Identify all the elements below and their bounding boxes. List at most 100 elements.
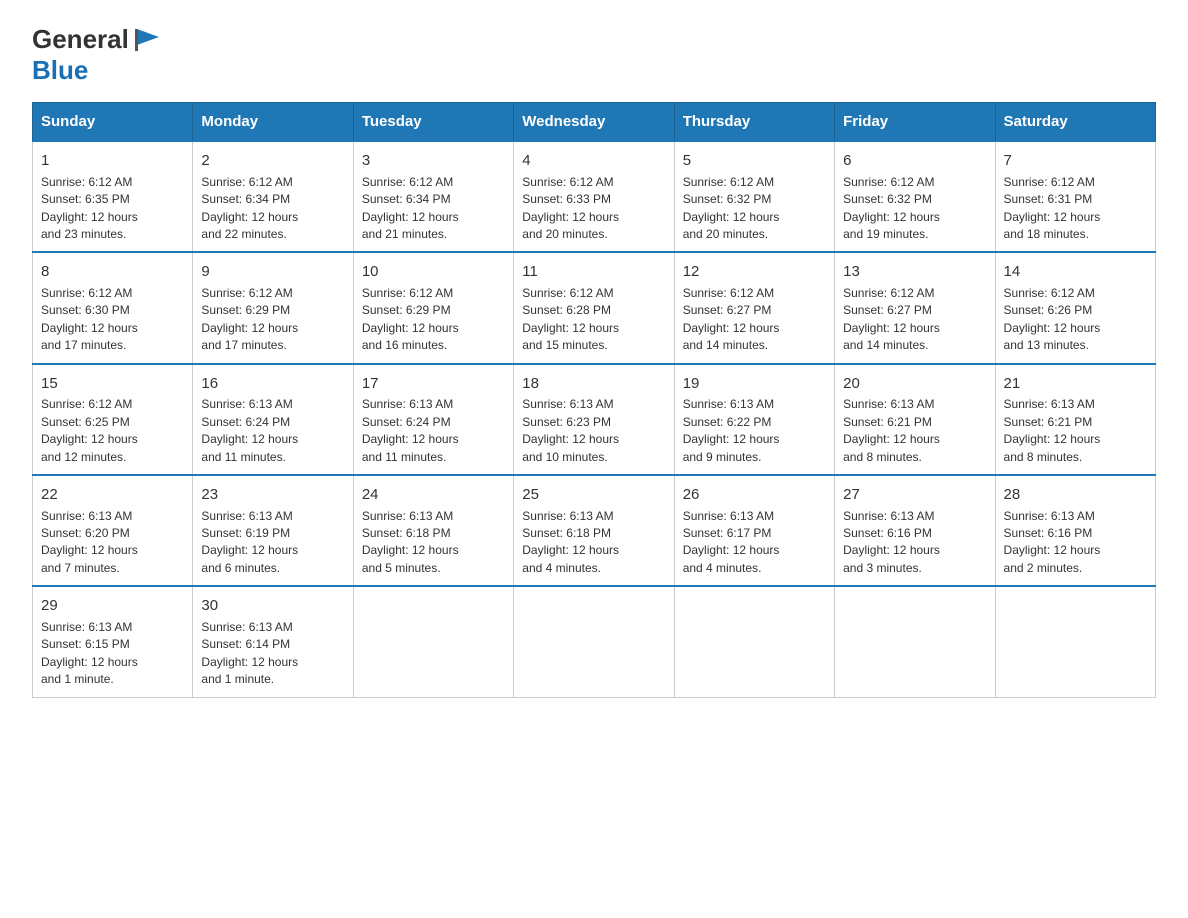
- day-number: 24: [362, 484, 505, 506]
- day-number: 4: [522, 150, 665, 172]
- calendar-cell: 19Sunrise: 6:13 AMSunset: 6:22 PMDayligh…: [674, 364, 834, 475]
- day-info-block: Sunrise: 6:13 AMSunset: 6:18 PMDaylight:…: [522, 508, 665, 578]
- day-info-block: Sunrise: 6:13 AMSunset: 6:23 PMDaylight:…: [522, 396, 665, 466]
- day-number: 8: [41, 261, 184, 283]
- day-info-block: Sunrise: 6:13 AMSunset: 6:22 PMDaylight:…: [683, 396, 826, 466]
- day-info-block: Sunrise: 6:12 AMSunset: 6:33 PMDaylight:…: [522, 174, 665, 244]
- day-number: 12: [683, 261, 826, 283]
- calendar-cell: 14Sunrise: 6:12 AMSunset: 6:26 PMDayligh…: [995, 252, 1155, 363]
- day-number: 10: [362, 261, 505, 283]
- col-header-saturday: Saturday: [995, 103, 1155, 142]
- logo-flag-icon: [131, 25, 161, 55]
- calendar-week-5: 29Sunrise: 6:13 AMSunset: 6:15 PMDayligh…: [33, 586, 1156, 697]
- calendar-cell: 22Sunrise: 6:13 AMSunset: 6:20 PMDayligh…: [33, 475, 193, 586]
- day-number: 27: [843, 484, 986, 506]
- calendar-cell: 23Sunrise: 6:13 AMSunset: 6:19 PMDayligh…: [193, 475, 353, 586]
- day-number: 23: [201, 484, 344, 506]
- day-number: 3: [362, 150, 505, 172]
- day-number: 29: [41, 595, 184, 617]
- calendar-cell: 12Sunrise: 6:12 AMSunset: 6:27 PMDayligh…: [674, 252, 834, 363]
- calendar-cell: 15Sunrise: 6:12 AMSunset: 6:25 PMDayligh…: [33, 364, 193, 475]
- calendar-cell: [353, 586, 513, 697]
- day-number: 2: [201, 150, 344, 172]
- day-info-block: Sunrise: 6:12 AMSunset: 6:27 PMDaylight:…: [843, 285, 986, 355]
- day-number: 22: [41, 484, 184, 506]
- day-number: 15: [41, 373, 184, 395]
- calendar-cell: 28Sunrise: 6:13 AMSunset: 6:16 PMDayligh…: [995, 475, 1155, 586]
- day-number: 26: [683, 484, 826, 506]
- calendar-cell: 7Sunrise: 6:12 AMSunset: 6:31 PMDaylight…: [995, 141, 1155, 252]
- day-number: 28: [1004, 484, 1147, 506]
- calendar-header: SundayMondayTuesdayWednesdayThursdayFrid…: [33, 103, 1156, 142]
- day-number: 18: [522, 373, 665, 395]
- day-info-block: Sunrise: 6:12 AMSunset: 6:27 PMDaylight:…: [683, 285, 826, 355]
- calendar-cell: 1Sunrise: 6:12 AMSunset: 6:35 PMDaylight…: [33, 141, 193, 252]
- day-info-block: Sunrise: 6:13 AMSunset: 6:15 PMDaylight:…: [41, 619, 184, 689]
- calendar-cell: 3Sunrise: 6:12 AMSunset: 6:34 PMDaylight…: [353, 141, 513, 252]
- calendar-cell: 17Sunrise: 6:13 AMSunset: 6:24 PMDayligh…: [353, 364, 513, 475]
- day-number: 11: [522, 261, 665, 283]
- calendar-cell: 2Sunrise: 6:12 AMSunset: 6:34 PMDaylight…: [193, 141, 353, 252]
- calendar-cell: [514, 586, 674, 697]
- day-number: 7: [1004, 150, 1147, 172]
- calendar-cell: 13Sunrise: 6:12 AMSunset: 6:27 PMDayligh…: [835, 252, 995, 363]
- day-info-block: Sunrise: 6:13 AMSunset: 6:21 PMDaylight:…: [843, 396, 986, 466]
- day-info-block: Sunrise: 6:12 AMSunset: 6:32 PMDaylight:…: [683, 174, 826, 244]
- logo-general-text: General: [32, 24, 129, 55]
- calendar-cell: 27Sunrise: 6:13 AMSunset: 6:16 PMDayligh…: [835, 475, 995, 586]
- calendar-cell: 18Sunrise: 6:13 AMSunset: 6:23 PMDayligh…: [514, 364, 674, 475]
- day-info-block: Sunrise: 6:12 AMSunset: 6:30 PMDaylight:…: [41, 285, 184, 355]
- calendar-cell: 24Sunrise: 6:13 AMSunset: 6:18 PMDayligh…: [353, 475, 513, 586]
- logo: General Blue: [32, 24, 161, 86]
- day-info-block: Sunrise: 6:13 AMSunset: 6:14 PMDaylight:…: [201, 619, 344, 689]
- calendar-cell: 29Sunrise: 6:13 AMSunset: 6:15 PMDayligh…: [33, 586, 193, 697]
- col-header-wednesday: Wednesday: [514, 103, 674, 142]
- calendar-cell: [674, 586, 834, 697]
- day-number: 5: [683, 150, 826, 172]
- calendar-cell: 20Sunrise: 6:13 AMSunset: 6:21 PMDayligh…: [835, 364, 995, 475]
- day-info-block: Sunrise: 6:12 AMSunset: 6:26 PMDaylight:…: [1004, 285, 1147, 355]
- calendar-cell: 4Sunrise: 6:12 AMSunset: 6:33 PMDaylight…: [514, 141, 674, 252]
- day-number: 6: [843, 150, 986, 172]
- day-info-block: Sunrise: 6:12 AMSunset: 6:32 PMDaylight:…: [843, 174, 986, 244]
- day-number: 13: [843, 261, 986, 283]
- day-number: 20: [843, 373, 986, 395]
- calendar-cell: 16Sunrise: 6:13 AMSunset: 6:24 PMDayligh…: [193, 364, 353, 475]
- day-info-block: Sunrise: 6:13 AMSunset: 6:20 PMDaylight:…: [41, 508, 184, 578]
- day-info-block: Sunrise: 6:12 AMSunset: 6:29 PMDaylight:…: [362, 285, 505, 355]
- col-header-monday: Monday: [193, 103, 353, 142]
- col-header-thursday: Thursday: [674, 103, 834, 142]
- calendar-cell: 26Sunrise: 6:13 AMSunset: 6:17 PMDayligh…: [674, 475, 834, 586]
- day-info-block: Sunrise: 6:13 AMSunset: 6:18 PMDaylight:…: [362, 508, 505, 578]
- page-header: General Blue: [32, 24, 1156, 86]
- calendar-cell: 10Sunrise: 6:12 AMSunset: 6:29 PMDayligh…: [353, 252, 513, 363]
- calendar-week-4: 22Sunrise: 6:13 AMSunset: 6:20 PMDayligh…: [33, 475, 1156, 586]
- calendar-cell: 9Sunrise: 6:12 AMSunset: 6:29 PMDaylight…: [193, 252, 353, 363]
- logo-container: General Blue: [32, 24, 161, 86]
- col-header-friday: Friday: [835, 103, 995, 142]
- day-info-block: Sunrise: 6:13 AMSunset: 6:24 PMDaylight:…: [362, 396, 505, 466]
- day-number: 21: [1004, 373, 1147, 395]
- calendar-cell: 8Sunrise: 6:12 AMSunset: 6:30 PMDaylight…: [33, 252, 193, 363]
- day-info-block: Sunrise: 6:12 AMSunset: 6:34 PMDaylight:…: [362, 174, 505, 244]
- calendar-week-2: 8Sunrise: 6:12 AMSunset: 6:30 PMDaylight…: [33, 252, 1156, 363]
- calendar-cell: [835, 586, 995, 697]
- day-info-block: Sunrise: 6:12 AMSunset: 6:31 PMDaylight:…: [1004, 174, 1147, 244]
- day-info-block: Sunrise: 6:13 AMSunset: 6:19 PMDaylight:…: [201, 508, 344, 578]
- col-header-sunday: Sunday: [33, 103, 193, 142]
- day-info-block: Sunrise: 6:12 AMSunset: 6:28 PMDaylight:…: [522, 285, 665, 355]
- day-info-block: Sunrise: 6:13 AMSunset: 6:17 PMDaylight:…: [683, 508, 826, 578]
- day-info-block: Sunrise: 6:13 AMSunset: 6:24 PMDaylight:…: [201, 396, 344, 466]
- calendar-cell: 21Sunrise: 6:13 AMSunset: 6:21 PMDayligh…: [995, 364, 1155, 475]
- calendar-cell: 25Sunrise: 6:13 AMSunset: 6:18 PMDayligh…: [514, 475, 674, 586]
- calendar-week-1: 1Sunrise: 6:12 AMSunset: 6:35 PMDaylight…: [33, 141, 1156, 252]
- logo-blue-text: Blue: [32, 55, 161, 86]
- day-number: 16: [201, 373, 344, 395]
- day-number: 19: [683, 373, 826, 395]
- col-header-tuesday: Tuesday: [353, 103, 513, 142]
- day-info-block: Sunrise: 6:13 AMSunset: 6:16 PMDaylight:…: [843, 508, 986, 578]
- calendar-cell: [995, 586, 1155, 697]
- day-info-block: Sunrise: 6:12 AMSunset: 6:25 PMDaylight:…: [41, 396, 184, 466]
- calendar-cell: 30Sunrise: 6:13 AMSunset: 6:14 PMDayligh…: [193, 586, 353, 697]
- day-info-block: Sunrise: 6:12 AMSunset: 6:29 PMDaylight:…: [201, 285, 344, 355]
